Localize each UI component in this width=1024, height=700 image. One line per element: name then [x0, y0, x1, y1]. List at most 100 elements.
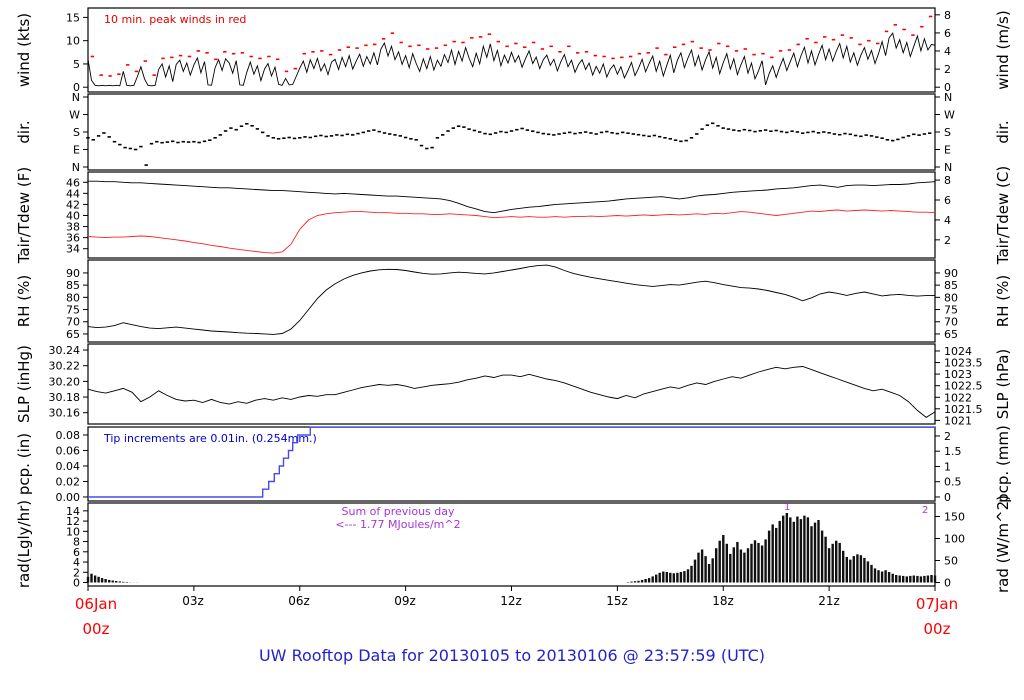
temp-panel-border	[87, 171, 936, 259]
x-tick-15z: 15z	[606, 594, 628, 608]
svg-text:36: 36	[66, 232, 80, 245]
temp-right-axis-title: Tair/Tdew (C)	[994, 165, 1012, 265]
svg-text:0: 0	[944, 577, 951, 590]
slp-panel-border	[87, 343, 936, 425]
svg-text:S: S	[944, 126, 951, 139]
svg-text:1021: 1021	[944, 414, 972, 427]
svg-text:0.02: 0.02	[56, 475, 81, 488]
svg-text:75: 75	[944, 304, 958, 317]
tair_f-trace	[88, 180, 936, 214]
svg-text:42: 42	[66, 198, 80, 211]
svg-text:1023: 1023	[944, 368, 972, 381]
svg-text:N: N	[944, 91, 952, 104]
svg-text:2: 2	[944, 63, 951, 76]
svg-text:10: 10	[66, 35, 80, 48]
dir-panel: NESWNNESWN	[69, 91, 955, 174]
svg-text:30.18: 30.18	[49, 391, 81, 404]
svg-text:0.5: 0.5	[944, 476, 962, 489]
svg-text:80: 80	[944, 291, 958, 304]
svg-text:1: 1	[944, 460, 951, 473]
pcp-tip-note: Tip increments are 0.01in. (0.254mm.)	[104, 432, 317, 445]
wind-right-axis-title: wind (m/s)	[994, 10, 1012, 90]
svg-text:8: 8	[944, 174, 951, 187]
x-end-date-label: 07Jan 00z	[905, 592, 969, 642]
slp-panel: 30.1630.1830.2030.2230.2410211021.510221…	[49, 343, 983, 427]
svg-text:6: 6	[944, 27, 951, 40]
x-start-date-label: 06Jan 00z	[64, 592, 128, 642]
dir-right-axis-title: dir.	[994, 120, 1012, 144]
svg-text:85: 85	[66, 279, 80, 292]
rad-corner-marker: 2	[922, 505, 929, 516]
svg-text:46: 46	[66, 176, 80, 189]
rad-peak-marker: 1	[784, 502, 791, 513]
svg-text:85: 85	[944, 279, 958, 292]
svg-text:6: 6	[944, 194, 951, 207]
slp-left-axis-title: SLP (inHg)	[15, 345, 33, 423]
svg-text:0.04: 0.04	[56, 460, 81, 473]
wind-peak-note: 10 min. peak winds in red	[104, 13, 247, 26]
svg-text:E: E	[944, 144, 951, 157]
svg-text:34: 34	[66, 243, 80, 256]
svg-text:38: 38	[66, 221, 80, 234]
slp-right-axis-title: SLP (hPa)	[994, 348, 1012, 420]
rh-right-axis-title: RH (%)	[994, 274, 1012, 328]
svg-text:44: 44	[66, 187, 80, 200]
x-end-date-line1: 07Jan	[915, 595, 959, 613]
svg-text:0: 0	[944, 491, 951, 504]
rad-sum-note-line1: Sum of previous day	[341, 505, 455, 518]
temp-panel: 343638404244462468	[66, 171, 951, 259]
x-tick-09z: 09z	[394, 594, 416, 608]
svg-text:1022: 1022	[944, 391, 972, 404]
svg-text:N: N	[72, 161, 80, 174]
x-end-date-line2: 00z	[923, 620, 951, 638]
svg-text:2: 2	[944, 430, 951, 443]
svg-text:70: 70	[944, 316, 958, 329]
svg-text:15: 15	[66, 11, 80, 24]
x-tick-03z: 03z	[182, 594, 204, 608]
svg-text:1021.5: 1021.5	[944, 403, 983, 416]
rh-panel: 657075808590657075808590	[66, 259, 958, 343]
svg-text:100: 100	[944, 532, 965, 545]
x-tick-18z: 18z	[712, 594, 734, 608]
svg-text:30.24: 30.24	[49, 344, 81, 357]
svg-text:150: 150	[944, 510, 965, 523]
rad-right-axis-title: rad (W/m^2)	[994, 495, 1012, 593]
svg-text:N: N	[944, 161, 952, 174]
svg-text:65: 65	[66, 328, 80, 341]
svg-text:E: E	[73, 144, 80, 157]
rad-panel: 02468101214050100150	[66, 502, 965, 590]
pcp-right-axis-title: pcp. (mm)	[994, 425, 1012, 503]
svg-text:1.5: 1.5	[944, 445, 962, 458]
wind-left-axis-title: wind (kts)	[15, 12, 33, 88]
svg-text:70: 70	[66, 316, 80, 329]
svg-text:14: 14	[66, 505, 80, 518]
x-start-date-line1: 06Jan	[74, 595, 118, 613]
rh-left-axis-title: RH (%)	[15, 274, 33, 328]
svg-text:30.22: 30.22	[49, 360, 81, 373]
svg-text:5: 5	[73, 58, 80, 71]
pcp-left-axis-title: pcp. (in)	[15, 432, 33, 496]
page-title: UW Rooftop Data for 20130105 to 20130106…	[258, 646, 766, 665]
rh_pct-trace	[87, 264, 936, 335]
svg-text:8: 8	[944, 9, 951, 22]
x-tick-12z: 12z	[500, 594, 522, 608]
svg-text:80: 80	[66, 291, 80, 304]
rad-left-axis-title: rad(Lgly/hr)	[15, 499, 33, 589]
svg-text:30.20: 30.20	[49, 375, 81, 388]
x-tick-06z: 06z	[288, 594, 310, 608]
svg-text:40: 40	[66, 209, 80, 222]
svg-text:1022.5: 1022.5	[944, 380, 983, 393]
svg-text:N: N	[72, 91, 80, 104]
svg-text:W: W	[69, 109, 80, 122]
svg-text:1024: 1024	[944, 345, 972, 358]
rh-panel-border	[87, 259, 936, 343]
svg-text:75: 75	[66, 304, 80, 317]
svg-text:1023.5: 1023.5	[944, 357, 983, 370]
svg-text:65: 65	[944, 328, 958, 341]
svg-text:0.08: 0.08	[56, 429, 81, 442]
svg-text:0.00: 0.00	[56, 491, 81, 504]
svg-text:90: 90	[944, 267, 958, 280]
temp-left-axis-title: Tair/Tdew (F)	[15, 166, 33, 264]
x-tick-21z: 21z	[818, 594, 840, 608]
x-start-date-line2: 00z	[82, 620, 110, 638]
